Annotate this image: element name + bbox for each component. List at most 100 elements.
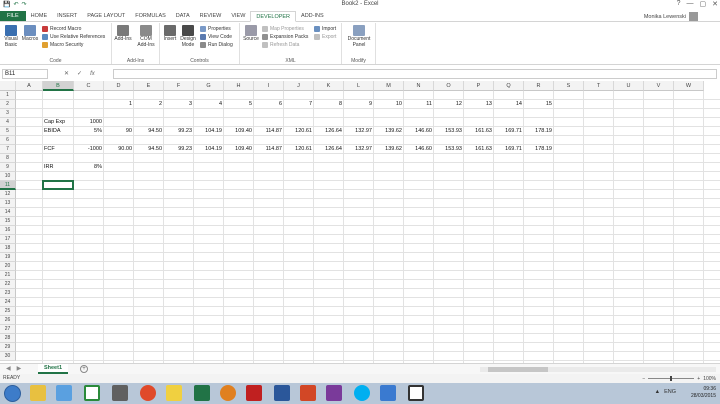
fcf-cell[interactable]: 169.71 xyxy=(495,145,522,154)
zoom-in-button[interactable]: + xyxy=(697,376,700,382)
column-header[interactable]: J xyxy=(284,81,314,91)
camtasia-icon[interactable] xyxy=(84,385,100,401)
row-header[interactable]: 25 xyxy=(0,307,16,316)
zoom-out-button[interactable]: − xyxy=(642,376,645,382)
ebida-cell[interactable]: 169.71 xyxy=(495,127,522,136)
ebida-cell[interactable]: 161.63 xyxy=(465,127,492,136)
expansion-packs-button[interactable]: Expansion Packs xyxy=(262,34,308,40)
relative-references-button[interactable]: Use Relative References xyxy=(42,34,105,40)
cancel-icon[interactable]: ✕ xyxy=(64,69,69,79)
fcf-cell[interactable]: 153.93 xyxy=(435,145,462,154)
period-number-cell[interactable]: 13 xyxy=(465,100,492,109)
ebida-cell[interactable]: 153.93 xyxy=(435,127,462,136)
row-header[interactable]: 13 xyxy=(0,199,16,208)
period-number-cell[interactable]: 9 xyxy=(345,100,372,109)
com-add-ins-button[interactable]: COM Add-Ins xyxy=(136,25,156,48)
label-cell[interactable]: EBIDA xyxy=(44,127,72,136)
row-header[interactable]: 1 xyxy=(0,91,16,100)
value-cell[interactable]: 1000 xyxy=(75,118,102,127)
name-box[interactable]: B11 xyxy=(2,69,48,79)
label-cell[interactable]: IRR xyxy=(44,163,72,172)
import-button[interactable]: Import xyxy=(314,26,336,32)
select-all-corner[interactable] xyxy=(0,81,16,91)
column-header[interactable]: M xyxy=(374,81,404,91)
fcf-cell[interactable]: 94.50 xyxy=(135,145,162,154)
fcf-cell[interactable]: 99.23 xyxy=(165,145,192,154)
view-code-button[interactable]: View Code xyxy=(200,34,232,40)
fcf-cell[interactable]: 132.97 xyxy=(345,145,372,154)
fcf-cell[interactable]: 104.19 xyxy=(195,145,222,154)
column-header[interactable]: O xyxy=(434,81,464,91)
row-header[interactable]: 10 xyxy=(0,172,16,181)
period-number-cell[interactable]: 15 xyxy=(525,100,552,109)
row-header[interactable]: 19 xyxy=(0,253,16,262)
row-header[interactable]: 28 xyxy=(0,334,16,343)
column-header[interactable]: E xyxy=(134,81,164,91)
fcf-cell[interactable]: 178.19 xyxy=(525,145,552,154)
tab-review[interactable]: REVIEW xyxy=(195,11,227,21)
horizontal-scrollbar[interactable] xyxy=(480,367,716,372)
column-header[interactable]: A xyxy=(16,81,43,91)
acrobat-icon[interactable] xyxy=(246,385,262,401)
row-header[interactable]: 6 xyxy=(0,136,16,145)
source-button[interactable]: Source xyxy=(242,25,260,43)
ebida-cell[interactable]: 109.40 xyxy=(225,127,252,136)
fcf-cell[interactable]: 126.64 xyxy=(315,145,342,154)
ebida-cell[interactable]: 114.87 xyxy=(255,127,282,136)
label-cell[interactable]: Cap Exp xyxy=(44,118,72,127)
properties-button[interactable]: Properties xyxy=(200,26,231,32)
period-number-cell[interactable]: 8 xyxy=(315,100,342,109)
value-cell[interactable]: -1000 xyxy=(75,145,102,154)
onenote-icon[interactable] xyxy=(326,385,342,401)
column-header[interactable]: K xyxy=(314,81,344,91)
row-header[interactable]: 21 xyxy=(0,271,16,280)
period-number-cell[interactable]: 2 xyxy=(135,100,162,109)
fcf-cell[interactable]: 114.87 xyxy=(255,145,282,154)
insert-control-button[interactable]: Insert xyxy=(162,25,178,43)
ebida-cell[interactable]: 90 xyxy=(105,127,132,136)
column-header[interactable]: C xyxy=(74,81,104,91)
clock[interactable]: 09:36 28/03/2015 xyxy=(691,386,716,400)
row-header[interactable]: 14 xyxy=(0,208,16,217)
ebida-cell[interactable]: 120.61 xyxy=(285,127,312,136)
tab-data[interactable]: DATA xyxy=(171,11,195,21)
fcf-cell[interactable]: 139.62 xyxy=(375,145,402,154)
fcf-cell[interactable]: 120.61 xyxy=(285,145,312,154)
row-header[interactable]: 3 xyxy=(0,109,16,118)
prev-sheet-icon[interactable]: ◀ xyxy=(6,365,11,372)
formula-input[interactable] xyxy=(113,69,717,79)
value-cell[interactable]: 5% xyxy=(75,127,102,136)
folder-icon[interactable] xyxy=(166,385,182,401)
column-header[interactable]: F xyxy=(164,81,194,91)
tab-file[interactable]: FILE xyxy=(0,11,26,21)
period-number-cell[interactable]: 6 xyxy=(255,100,282,109)
document-panel-button[interactable]: Document Panel xyxy=(344,25,374,48)
ebida-cell[interactable]: 132.97 xyxy=(345,127,372,136)
new-sheet-button[interactable]: + xyxy=(80,365,88,373)
row-header[interactable]: 4 xyxy=(0,118,16,127)
record-macro-button[interactable]: Record Macro xyxy=(42,26,81,32)
start-button[interactable] xyxy=(4,385,21,402)
fcf-cell[interactable]: 161.63 xyxy=(465,145,492,154)
internet-explorer-icon[interactable] xyxy=(56,385,72,401)
ebida-cell[interactable]: 94.50 xyxy=(135,127,162,136)
app-icon[interactable] xyxy=(380,385,396,401)
run-dialog-button[interactable]: Run Dialog xyxy=(200,42,233,48)
fcf-cell[interactable]: 109.40 xyxy=(225,145,252,154)
refresh-data-button[interactable]: Refresh Data xyxy=(262,42,299,48)
row-header[interactable]: 11 xyxy=(0,181,16,190)
value-cell[interactable]: 8% xyxy=(75,163,102,172)
tray-arrow-icon[interactable]: ▲ xyxy=(655,389,660,395)
row-header[interactable]: 2 xyxy=(0,100,16,109)
close-button[interactable]: ✕ xyxy=(712,0,718,8)
label-cell[interactable]: FCF xyxy=(44,145,72,154)
row-header[interactable]: 20 xyxy=(0,262,16,271)
ebida-cell[interactable]: 104.19 xyxy=(195,127,222,136)
column-header[interactable]: R xyxy=(524,81,554,91)
ebida-cell[interactable]: 139.62 xyxy=(375,127,402,136)
word-icon[interactable] xyxy=(274,385,290,401)
column-header[interactable]: V xyxy=(644,81,674,91)
column-header[interactable]: L xyxy=(344,81,374,91)
period-number-cell[interactable]: 12 xyxy=(435,100,462,109)
tab-view[interactable]: VIEW xyxy=(226,11,250,21)
